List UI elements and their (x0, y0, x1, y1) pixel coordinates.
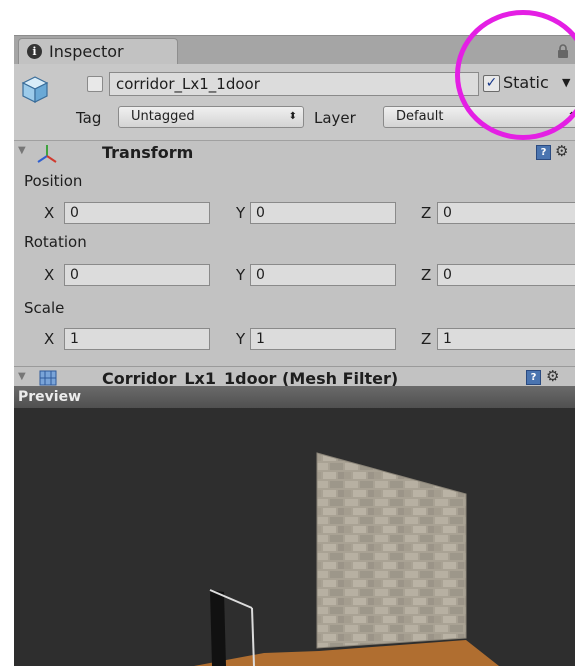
rotation-x-label[interactable]: X (44, 266, 54, 284)
foldout-arrow-icon[interactable]: ▼ (18, 145, 26, 156)
position-z-label[interactable]: Z (421, 204, 431, 222)
position-y-field[interactable]: 0 (250, 202, 396, 224)
tab-label: Inspector (49, 42, 124, 61)
position-x-field[interactable]: 0 (64, 202, 210, 224)
scale-z-label[interactable]: Z (421, 330, 431, 348)
mesh-filter-component-header[interactable]: ▼ Corridor_Lx1_1door (Mesh Filter) ? ⚙ (14, 366, 575, 387)
scale-y-label[interactable]: Y (236, 330, 245, 348)
layer-dropdown-value: Default (396, 109, 444, 124)
transform-title: Transform (102, 143, 194, 162)
transform-component-header[interactable]: ▼ Transform ? ⚙ (14, 140, 575, 166)
transform-axes-icon (37, 145, 57, 163)
gameobject-cube-icon (21, 76, 49, 103)
scale-x-label[interactable]: X (44, 330, 54, 348)
gear-icon[interactable]: ⚙ (555, 142, 568, 160)
tab-inspector[interactable]: i Inspector (18, 38, 178, 65)
rotation-label: Rotation (24, 233, 87, 251)
position-y-label[interactable]: Y (236, 204, 245, 222)
corridor-mesh-preview (194, 452, 499, 666)
position-x-label[interactable]: X (44, 204, 54, 222)
tag-dropdown[interactable]: Untagged ⬍ (118, 106, 304, 128)
preview-label: Preview (18, 389, 82, 405)
rotation-y-field[interactable]: 0 (250, 264, 396, 286)
scale-label: Scale (24, 299, 65, 317)
position-z-field[interactable]: 0 (437, 202, 575, 224)
preview-viewport[interactable] (14, 408, 575, 666)
help-icon[interactable]: ? (526, 370, 541, 385)
help-icon[interactable]: ? (536, 145, 551, 160)
mesh-filter-title: Corridor_Lx1_1door (Mesh Filter) (102, 369, 399, 387)
scale-z-field[interactable]: 1 (437, 328, 575, 350)
active-checkbox[interactable] (87, 76, 103, 92)
position-label: Position (24, 172, 83, 190)
tag-label: Tag (76, 109, 102, 127)
mesh-grid-icon (39, 370, 57, 386)
rotation-z-label[interactable]: Z (421, 266, 431, 284)
scale-y-field[interactable]: 1 (250, 328, 396, 350)
rotation-x-field[interactable]: 0 (64, 264, 210, 286)
info-icon: i (27, 44, 42, 59)
tag-dropdown-value: Untagged (131, 109, 195, 124)
gear-icon[interactable]: ⚙ (546, 367, 559, 385)
gameobject-name-input[interactable]: corridor_Lx1_1door (109, 72, 479, 96)
updown-arrows-icon: ⬍ (288, 111, 297, 122)
foldout-arrow-icon[interactable]: ▼ (18, 371, 26, 382)
rotation-y-label[interactable]: Y (236, 266, 245, 284)
layer-label: Layer (314, 109, 356, 127)
rotation-z-field[interactable]: 0 (437, 264, 575, 286)
preview-title-bar[interactable]: Preview (14, 386, 575, 408)
scale-x-field[interactable]: 1 (64, 328, 210, 350)
